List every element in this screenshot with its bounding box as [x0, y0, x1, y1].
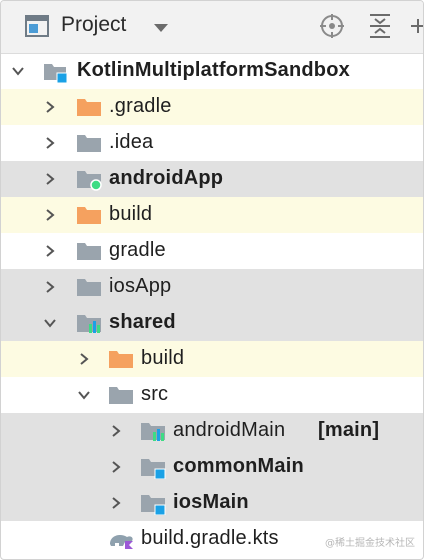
gradle-kotlin-file-icon: [107, 529, 137, 549]
chevron-right-icon[interactable]: [43, 172, 57, 186]
chevron-right-icon[interactable]: [43, 244, 57, 258]
excluded-folder-icon: [109, 349, 133, 369]
chevron-right-icon[interactable]: [77, 352, 91, 366]
project-view-title[interactable]: Project: [61, 13, 126, 37]
source-set-tag: [main]: [318, 419, 380, 441]
collapse-all-icon[interactable]: [368, 13, 392, 44]
tree-row-iosapp[interactable]: iosApp: [1, 269, 423, 305]
project-tool-window: Project KotlinMultiplatformSandbox .grad…: [0, 0, 424, 560]
module-chart-folder-icon: [77, 313, 101, 333]
folder-icon: [77, 133, 101, 153]
chevron-right-icon[interactable]: [109, 496, 123, 510]
chevron-right-icon[interactable]: [43, 100, 57, 114]
locate-target-icon[interactable]: [319, 13, 345, 44]
tree-row-build[interactable]: build: [1, 197, 423, 233]
tree-label: commonMain: [173, 455, 304, 477]
settings-icon[interactable]: [409, 13, 423, 44]
tree-label: build: [109, 203, 153, 225]
watermark: @稀土掘金技术社区: [325, 538, 415, 549]
tree-label-root: KotlinMultiplatformSandbox: [77, 59, 350, 81]
chevron-right-icon[interactable]: [109, 460, 123, 474]
excluded-folder-icon: [77, 205, 101, 225]
folder-icon: [77, 277, 101, 297]
tree-label: iosMain: [173, 491, 249, 513]
chevron-down-icon[interactable]: [43, 316, 57, 330]
folder-icon: [77, 241, 101, 261]
tree-label: .gradle: [109, 95, 172, 117]
excluded-folder-icon: [77, 97, 101, 117]
tree-label: androidMain: [173, 419, 286, 441]
tree-label: src: [141, 383, 169, 405]
chevron-down-icon[interactable]: [77, 388, 91, 402]
tree-label: .idea: [109, 131, 154, 153]
folder-icon: [109, 385, 133, 405]
android-module-folder-icon: [77, 169, 102, 191]
module-chart-folder-icon: [141, 421, 165, 441]
tree-row-idea[interactable]: .idea: [1, 125, 423, 161]
chevron-right-icon[interactable]: [43, 136, 57, 150]
tree-label: gradle: [109, 239, 166, 261]
tree-row-root[interactable]: KotlinMultiplatformSandbox: [1, 53, 423, 89]
tree-row-commonmain[interactable]: commonMain: [1, 449, 423, 485]
chevron-right-icon[interactable]: [43, 280, 57, 294]
project-window-icon: [25, 15, 49, 37]
chevron-right-icon[interactable]: [109, 424, 123, 438]
tree-row-iosmain[interactable]: iosMain: [1, 485, 423, 521]
module-folder-icon: [43, 61, 68, 84]
source-module-folder-icon: [141, 493, 166, 516]
tree-label: build: [141, 347, 185, 369]
tree-label: build.gradle.kts: [141, 527, 279, 549]
tree-row-gradle[interactable]: gradle: [1, 233, 423, 269]
tree-row-androidapp[interactable]: androidApp: [1, 161, 423, 197]
project-toolbar: Project: [1, 1, 423, 54]
tree-row-shared[interactable]: shared: [1, 305, 423, 341]
chevron-down-icon[interactable]: [153, 20, 169, 38]
tree-row-shared-build[interactable]: build: [1, 341, 423, 377]
tree-label: shared: [109, 311, 176, 333]
tree-label: iosApp: [109, 275, 172, 297]
tree-row-src[interactable]: src: [1, 377, 423, 413]
tree-label: androidApp: [109, 167, 224, 189]
source-module-folder-icon: [141, 457, 166, 480]
tree-row-gradle-cache[interactable]: .gradle: [1, 89, 423, 125]
chevron-down-icon[interactable]: [11, 64, 25, 78]
chevron-right-icon[interactable]: [43, 208, 57, 222]
tree-row-androidmain[interactable]: androidMain [main]: [1, 413, 423, 449]
